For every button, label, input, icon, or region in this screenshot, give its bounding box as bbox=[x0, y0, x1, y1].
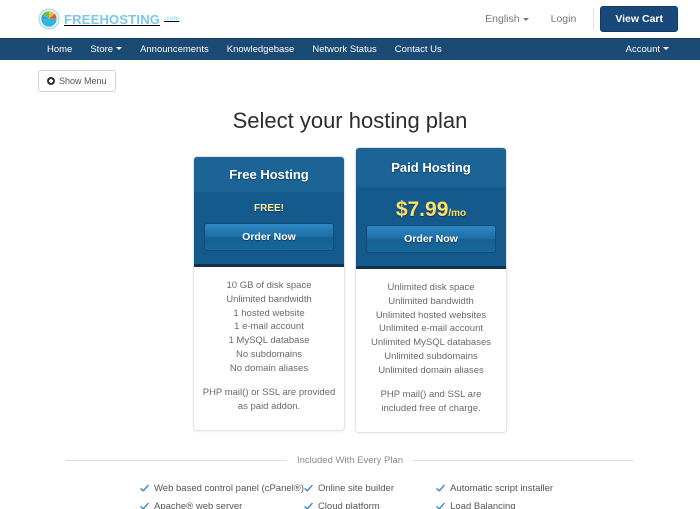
main-navigation: Home Store Announcements Knowledgebase N… bbox=[0, 38, 700, 60]
feature-label: Web based control panel (cPanel®) bbox=[154, 483, 304, 495]
list-item: Web based control panel (cPanel®) bbox=[140, 480, 304, 498]
check-icon bbox=[140, 485, 149, 492]
check-icon bbox=[140, 503, 149, 509]
feature-label: Cloud platform bbox=[317, 501, 380, 509]
globe-chart-icon bbox=[38, 8, 60, 30]
plan-price-amount-wrap: $7.99/mo bbox=[366, 198, 496, 221]
feature-label: Apache® web server bbox=[154, 501, 243, 509]
list-item: 1 e-mail account bbox=[234, 321, 304, 333]
chevron-down-icon bbox=[116, 47, 123, 51]
list-item: Online site builder bbox=[304, 480, 436, 498]
feature-column-1: Web based control panel (cPanel®) Apache… bbox=[140, 480, 304, 509]
pricing-plans: Free Hosting FREE! Order Now 10 GB of di… bbox=[38, 147, 662, 433]
list-item: 1 hosted website bbox=[233, 307, 305, 319]
divider-left bbox=[66, 459, 287, 461]
logo-tld: .com bbox=[164, 16, 180, 22]
feature-column-3: Automatic script installer Load Balancin… bbox=[436, 480, 562, 509]
divider bbox=[593, 8, 595, 30]
check-icon bbox=[304, 503, 313, 509]
list-item: 10 GB of disk space bbox=[226, 280, 312, 291]
list-item: Apache® web server bbox=[140, 498, 304, 509]
plan-price-period: /mo bbox=[448, 208, 467, 219]
list-item: Automatic script installer bbox=[436, 480, 562, 498]
included-title: Included With Every Plan bbox=[296, 454, 404, 466]
language-selector[interactable]: English bbox=[474, 13, 539, 25]
order-now-button-free[interactable]: Order Now bbox=[204, 223, 334, 251]
plan-title: Paid Hosting bbox=[356, 148, 506, 188]
page-title: Select your hosting plan bbox=[232, 108, 468, 133]
included-feature-columns: Web based control panel (cPanel®) Apache… bbox=[38, 480, 662, 509]
show-menu-button[interactable]: Show Menu bbox=[38, 70, 116, 92]
language-label: English bbox=[485, 13, 520, 25]
check-icon bbox=[304, 485, 313, 492]
nav-item-store[interactable]: Store bbox=[81, 39, 131, 61]
feature-label: Online site builder bbox=[317, 483, 394, 495]
feature-label: Automatic script installer bbox=[450, 483, 554, 495]
list-item: Load Balancing bbox=[436, 498, 562, 509]
login-link[interactable]: Login bbox=[540, 13, 588, 25]
list-item: Unlimited disk space bbox=[387, 282, 475, 294]
nav-item-account-label: Account bbox=[625, 43, 660, 55]
nav-item-account[interactable]: Account bbox=[617, 39, 678, 61]
plan-title: Free Hosting bbox=[194, 157, 344, 193]
plan-price-box: FREE! Order Now bbox=[194, 193, 344, 267]
list-item: Unlimited bandwidth bbox=[388, 295, 474, 307]
plan-card-paid[interactable]: Paid Hosting $7.99/mo Order Now Unlimite… bbox=[355, 147, 507, 433]
order-now-button-paid[interactable]: Order Now bbox=[366, 225, 496, 254]
feature-column-2: Online site builder Cloud platform MySQL… bbox=[304, 480, 436, 509]
included-section-header: Included With Every Plan bbox=[38, 455, 662, 466]
nav-item-home[interactable]: Home bbox=[38, 39, 81, 61]
plan-feature-list-free: 10 GB of disk space Unlimited bandwidth … bbox=[194, 267, 344, 430]
plan-price-box: $7.99/mo Order Now bbox=[356, 188, 506, 270]
chevron-down-icon bbox=[663, 47, 669, 51]
view-cart-button[interactable]: View Cart bbox=[600, 6, 678, 32]
top-actions: English Login View Cart bbox=[474, 6, 678, 32]
plan-note: PHP mail() or SSL are provided as paid a… bbox=[202, 387, 336, 413]
site-logo[interactable]: FREEHOSTING .com bbox=[38, 8, 179, 30]
nav-item-announcements[interactable]: Announcements bbox=[131, 39, 218, 61]
list-item: Cloud platform bbox=[304, 498, 436, 509]
divider-right bbox=[413, 459, 635, 461]
list-item: Unlimited MySQL databases bbox=[370, 337, 492, 349]
show-menu-wrap: Show Menu bbox=[38, 60, 662, 92]
top-utility-bar: FREEHOSTING .com English Login View Cart bbox=[0, 0, 700, 38]
plan-price-label: FREE! bbox=[254, 203, 284, 214]
list-item: Unlimited domain aliases bbox=[378, 364, 484, 376]
plan-price-amount: $7.99 bbox=[395, 198, 449, 221]
feature-label: Load Balancing bbox=[450, 501, 516, 509]
plan-feature-list-paid: Unlimited disk space Unlimited bandwidth… bbox=[356, 269, 506, 432]
list-item: Unlimited e-mail account bbox=[378, 323, 483, 335]
nav-item-contact-us[interactable]: Contact Us bbox=[386, 39, 451, 61]
list-item: 1 MySQL database bbox=[228, 335, 310, 347]
check-icon bbox=[436, 503, 445, 509]
plan-card-free[interactable]: Free Hosting FREE! Order Now 10 GB of di… bbox=[193, 156, 345, 431]
page-content: Show Menu Select your hosting plan Free … bbox=[0, 60, 700, 509]
list-item: No subdomains bbox=[235, 348, 302, 360]
nav-item-network-status[interactable]: Network Status bbox=[303, 39, 385, 61]
nav-item-knowledgebase[interactable]: Knowledgebase bbox=[218, 39, 304, 61]
check-icon bbox=[436, 485, 445, 492]
list-item: Unlimited hosted websites bbox=[375, 309, 487, 321]
list-item: Unlimited subdomains bbox=[384, 350, 478, 362]
show-menu-label: Show Menu bbox=[59, 76, 107, 86]
list-item: Unlimited bandwidth bbox=[226, 293, 312, 305]
plus-circle-icon bbox=[47, 77, 55, 85]
list-item: No domain aliases bbox=[229, 362, 309, 374]
plan-note: PHP mail() and SSL are included free of … bbox=[380, 389, 482, 415]
logo-wordmark: FREEHOSTING bbox=[64, 11, 161, 27]
chevron-down-icon bbox=[522, 17, 529, 21]
nav-item-store-label: Store bbox=[90, 43, 114, 55]
